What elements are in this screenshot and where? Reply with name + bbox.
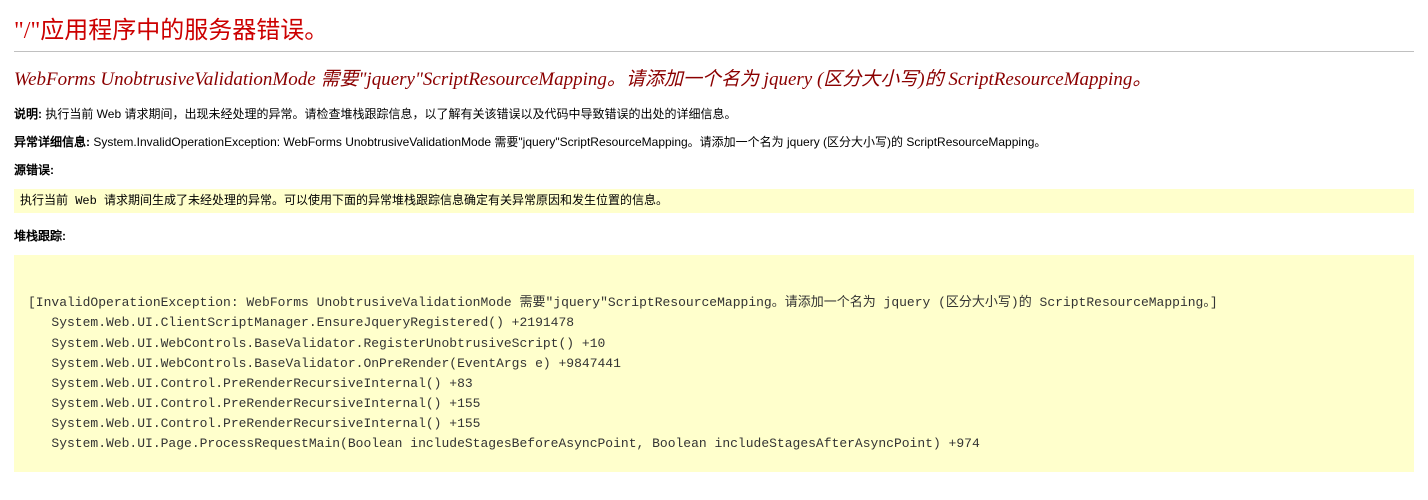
- divider: [14, 51, 1414, 52]
- exception-row: 异常详细信息: System.InvalidOperationException…: [14, 133, 1414, 151]
- description-row: 说明: 执行当前 Web 请求期间，出现未经处理的异常。请检查堆栈跟踪信息，以了…: [14, 105, 1414, 123]
- page-title: "/"应用程序中的服务器错误。: [14, 10, 1414, 45]
- stack-trace-row: 堆栈跟踪:: [14, 227, 1414, 245]
- source-error-row: 源错误:: [14, 161, 1414, 179]
- source-error-label: 源错误:: [14, 163, 54, 177]
- exception-label: 异常详细信息:: [14, 135, 90, 149]
- description-label: 说明:: [14, 107, 42, 121]
- stack-trace-label: 堆栈跟踪:: [14, 229, 66, 243]
- stack-trace-code: [InvalidOperationException: WebForms Uno…: [14, 255, 1414, 472]
- error-subtitle: WebForms UnobtrusiveValidationMode 需要"jq…: [14, 64, 1414, 91]
- description-text: 执行当前 Web 请求期间，出现未经处理的异常。请检查堆栈跟踪信息，以了解有关该…: [42, 107, 736, 121]
- source-error-code: 执行当前 Web 请求期间生成了未经处理的异常。可以使用下面的异常堆栈跟踪信息确…: [14, 189, 1414, 213]
- exception-text: System.InvalidOperationException: WebFor…: [90, 135, 1046, 149]
